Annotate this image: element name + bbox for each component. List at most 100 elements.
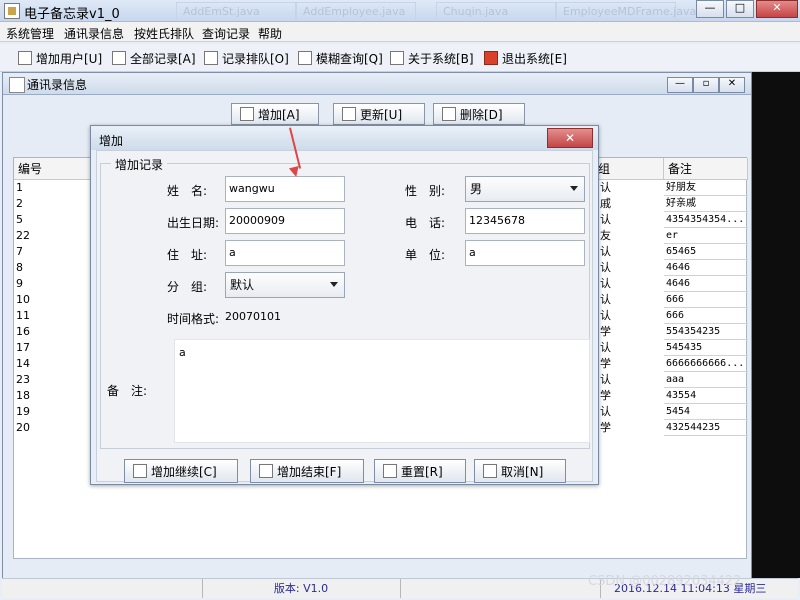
sort-records-icon xyxy=(204,51,218,65)
table-cell-id[interactable]: 14 xyxy=(14,356,94,372)
table-cell-note[interactable]: aaa xyxy=(664,372,748,388)
group-title: 增加记录 xyxy=(111,156,168,173)
phone-field[interactable]: 12345678 xyxy=(465,208,585,234)
table-cell-note[interactable]: er xyxy=(664,228,748,244)
button-label: 增加继续[C] xyxy=(151,464,217,479)
button-label: 重置[R] xyxy=(401,464,443,479)
update-button[interactable]: 更新[U] xyxy=(333,103,425,125)
table-cell-note[interactable]: 4354354354... xyxy=(664,212,748,228)
table-cell-group[interactable]: 认 xyxy=(598,276,662,292)
minimize-icon[interactable]: — xyxy=(696,0,724,18)
table-cell-id[interactable]: 20 xyxy=(14,420,94,436)
table-cell-id[interactable]: 8 xyxy=(14,260,94,276)
background-tab: AddEmSt.java xyxy=(176,2,296,20)
table-cell-note[interactable]: 好朋友 xyxy=(664,180,748,196)
minimize-icon[interactable]: — xyxy=(667,77,693,93)
table-cell-group[interactable]: 认 xyxy=(598,244,662,260)
table-cell-note[interactable]: 5454 xyxy=(664,404,748,420)
close-icon[interactable]: ✕ xyxy=(719,77,745,93)
add-finish-button[interactable]: 增加结束[F] xyxy=(250,459,364,483)
column-header-note[interactable]: 备注 xyxy=(664,158,748,180)
all-records-button[interactable]: 全部记录[A] xyxy=(112,49,196,67)
reset-button[interactable]: 重置[R] xyxy=(374,459,466,483)
birthdate-field[interactable]: 20000909 xyxy=(225,208,345,234)
dialog-title: 增加 xyxy=(99,134,124,148)
table-cell-id[interactable]: 18 xyxy=(14,388,94,404)
table-cell-note[interactable]: 432544235 xyxy=(664,420,748,436)
table-cell-note[interactable]: 554354235 xyxy=(664,324,748,340)
menu-help[interactable]: 帮助 xyxy=(258,25,282,42)
table-cell-group[interactable]: 认 xyxy=(598,212,662,228)
toolbar: 增加用户[U] 全部记录[A] 记录排队[O] 模糊查询[Q] 关于系统[B] … xyxy=(0,44,800,72)
table-cell-id[interactable]: 16 xyxy=(14,324,94,340)
table-cell-note[interactable]: 666 xyxy=(664,308,748,324)
table-cell-id[interactable]: 1 xyxy=(14,180,94,196)
delete-button[interactable]: 删除[D] xyxy=(433,103,525,125)
menu-sort-surname[interactable]: 按姓氏排队 xyxy=(134,25,194,42)
table-cell-note[interactable]: 43554 xyxy=(664,388,748,404)
address-field[interactable]: a xyxy=(225,240,345,266)
table-cell-note[interactable]: 好亲戚 xyxy=(664,196,748,212)
remark-textarea[interactable]: a xyxy=(174,339,590,443)
toolbar-label: 记录排队[O] xyxy=(222,51,289,66)
table-cell-id[interactable]: 7 xyxy=(14,244,94,260)
table-cell-group[interactable]: 认 xyxy=(598,340,662,356)
maximize-icon[interactable]: □ xyxy=(726,0,754,18)
about-button[interactable]: 关于系统[B] xyxy=(390,49,474,67)
gender-select[interactable]: 男 xyxy=(465,176,585,202)
table-cell-group[interactable]: 学 xyxy=(598,388,662,404)
table-cell-note[interactable]: 6666666666... xyxy=(664,356,748,372)
table-cell-group[interactable]: 认 xyxy=(598,308,662,324)
contacts-window-titlebar: 通讯录信息 — ▫ ✕ xyxy=(3,73,751,95)
table-cell-note[interactable]: 545435 xyxy=(664,340,748,356)
table-cell-id[interactable]: 22 xyxy=(14,228,94,244)
table-cell-note[interactable]: 666 xyxy=(664,292,748,308)
menu-contacts[interactable]: 通讯录信息 xyxy=(64,25,124,42)
chevron-down-icon xyxy=(330,282,338,287)
table-cell-note[interactable]: 4646 xyxy=(664,260,748,276)
table-cell-group[interactable]: 认 xyxy=(598,260,662,276)
table-cell-id[interactable]: 10 xyxy=(14,292,94,308)
table-cell-id[interactable]: 5 xyxy=(14,212,94,228)
menu-system[interactable]: 系统管理 xyxy=(6,25,54,42)
close-icon[interactable]: ✕ xyxy=(756,0,798,18)
add-button[interactable]: 增加[A] xyxy=(231,103,319,125)
cancel-button[interactable]: 取消[N] xyxy=(474,459,566,483)
menu-query[interactable]: 查询记录 xyxy=(202,25,250,42)
close-icon[interactable]: ✕ xyxy=(547,128,593,148)
sort-records-button[interactable]: 记录排队[O] xyxy=(204,49,289,67)
restore-icon[interactable]: ▫ xyxy=(693,77,719,93)
group-select[interactable]: 默认 xyxy=(225,272,345,298)
table-cell-group[interactable]: 学 xyxy=(598,356,662,372)
fuzzy-search-button[interactable]: 模糊查询[Q] xyxy=(298,49,383,67)
exit-button[interactable]: 退出系统[E] xyxy=(484,49,567,67)
column-header-group[interactable]: 组 xyxy=(594,158,664,180)
table-cell-group[interactable]: 戚 xyxy=(598,196,662,212)
table-cell-group[interactable]: 友 xyxy=(598,228,662,244)
table-cell-id[interactable]: 19 xyxy=(14,404,94,420)
address-label: 住 址: xyxy=(167,248,208,262)
background-tab: EmployeeMDFrame.java xyxy=(556,2,696,20)
table-cell-id[interactable]: 23 xyxy=(14,372,94,388)
table-cell-note[interactable]: 65465 xyxy=(664,244,748,260)
add-user-button[interactable]: 增加用户[U] xyxy=(18,49,102,67)
add-continue-button[interactable]: 增加继续[C] xyxy=(124,459,238,483)
table-cell-note[interactable]: 4646 xyxy=(664,276,748,292)
table-cell-group[interactable]: 认 xyxy=(598,292,662,308)
table-cell-group[interactable]: 学 xyxy=(598,324,662,340)
table-cell-id[interactable]: 2 xyxy=(14,196,94,212)
table-cell-group[interactable]: 学 xyxy=(598,420,662,436)
status-segment xyxy=(400,579,601,598)
table-cell-group[interactable]: 认 xyxy=(598,404,662,420)
toolbar-label: 退出系统[E] xyxy=(502,51,567,66)
remark-label: 备 注: xyxy=(107,384,148,398)
table-cell-id[interactable]: 17 xyxy=(14,340,94,356)
table-cell-group[interactable]: 认 xyxy=(598,180,662,196)
table-cell-id[interactable]: 11 xyxy=(14,308,94,324)
contacts-window-title: 通讯录信息 xyxy=(27,78,88,92)
column-header-id[interactable]: 编号 xyxy=(14,158,94,180)
unit-field[interactable]: a xyxy=(465,240,585,266)
table-cell-group[interactable]: 认 xyxy=(598,372,662,388)
table-cell-id[interactable]: 9 xyxy=(14,276,94,292)
name-field[interactable]: wangwu xyxy=(225,176,345,202)
